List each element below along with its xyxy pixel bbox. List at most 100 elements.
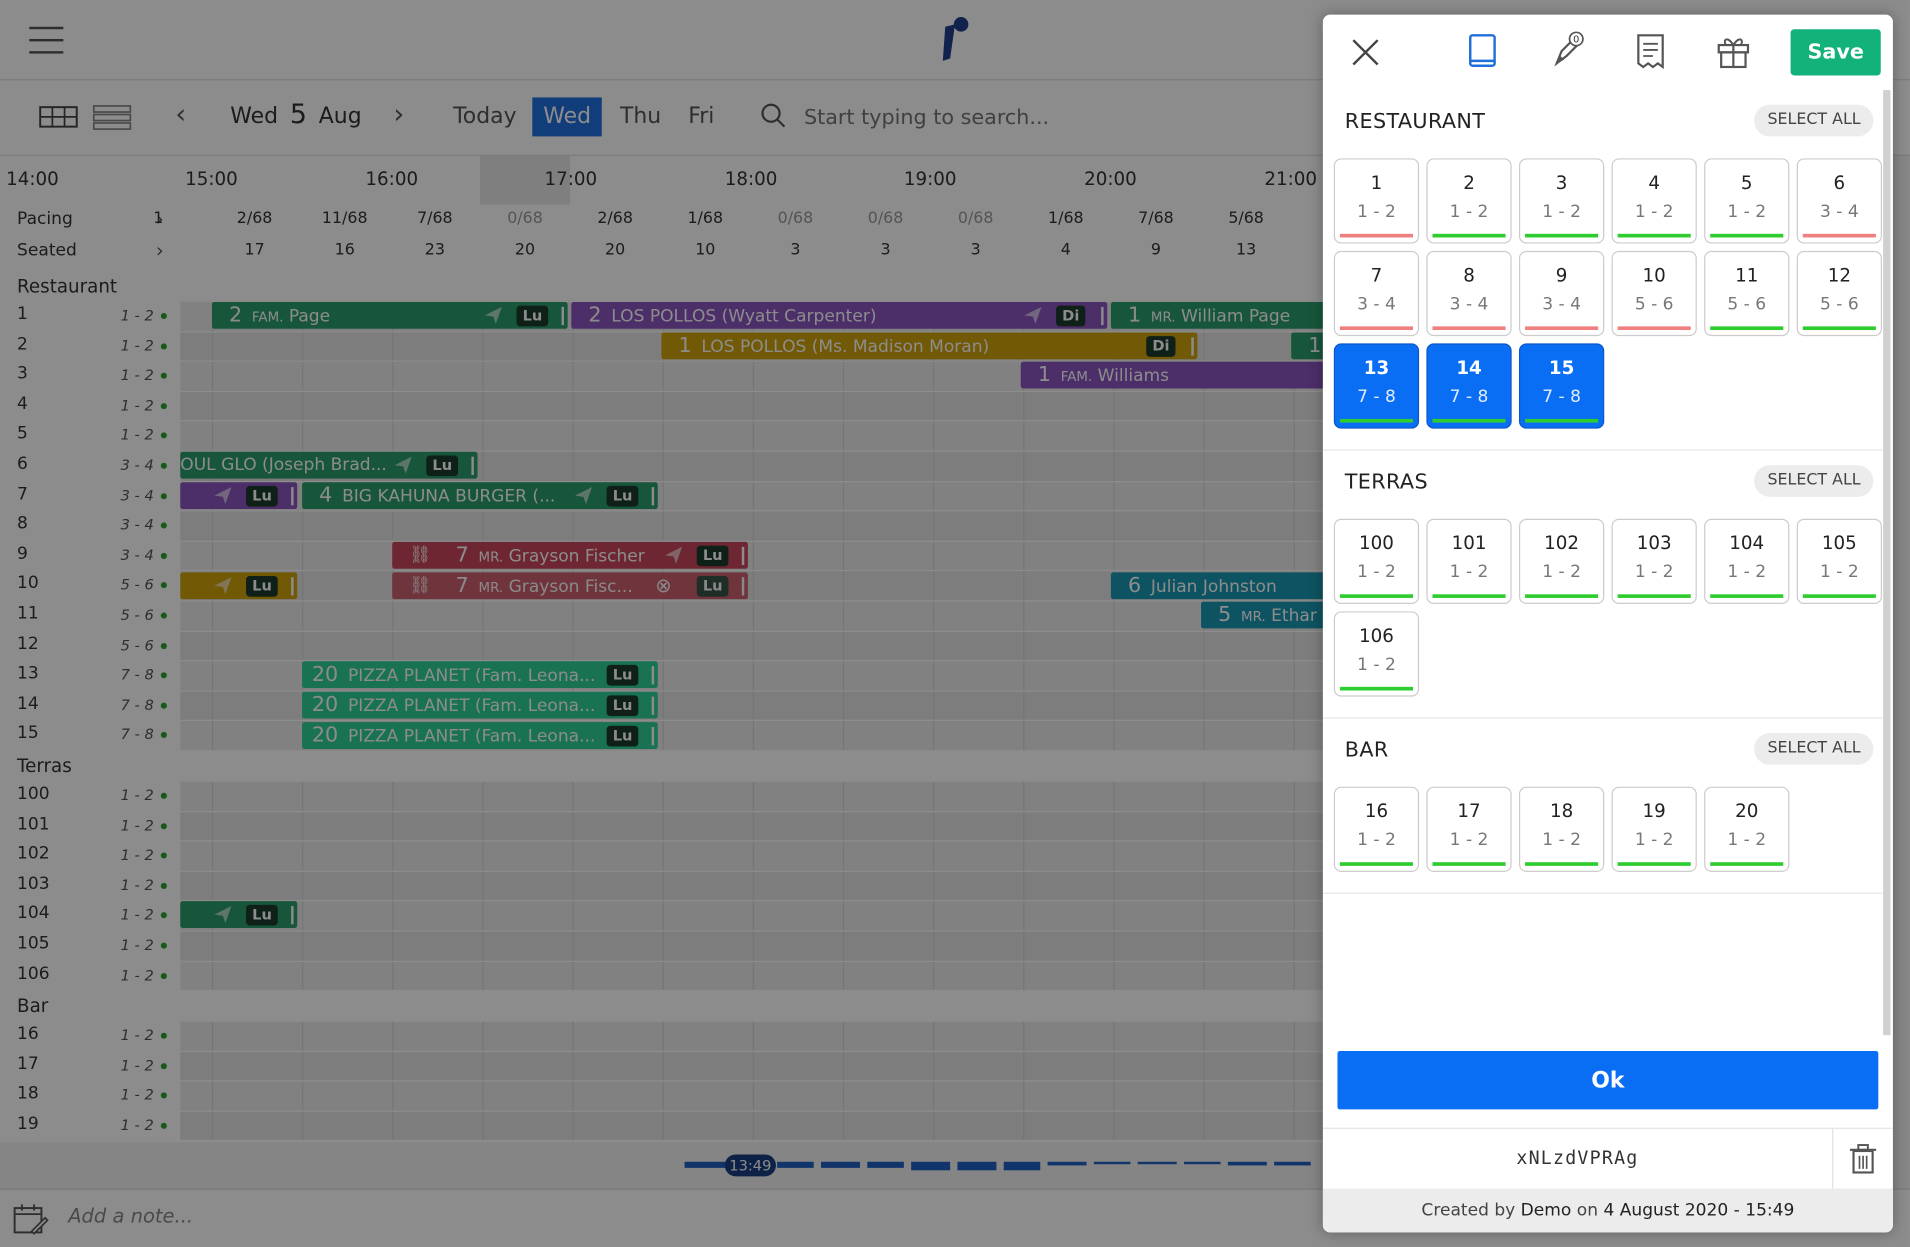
availability-bar [1802,326,1876,331]
table-number: 7 [1370,264,1383,287]
table-number: 12 [1827,264,1851,287]
availability-bar [1339,686,1413,691]
table-tile[interactable]: 10 5 - 6 [1611,250,1697,337]
table-number: 15 [1548,356,1575,379]
panel-header: 0 Save [1323,15,1893,91]
table-tile[interactable]: 104 1 - 2 [1704,518,1790,605]
table-tile[interactable]: 18 1 - 2 [1518,786,1605,872]
table-tile[interactable]: 7 3 - 4 [1333,250,1420,337]
table-tile[interactable]: 11 5 - 6 [1704,250,1790,337]
table-tile[interactable]: 17 1 - 2 [1426,786,1512,872]
rocket-icon[interactable]: 0 [1549,31,1586,71]
table-number: 8 [1463,264,1475,287]
table-capacity: 3 - 4 [1542,294,1581,315]
table-tile[interactable]: 16 1 - 2 [1333,786,1420,872]
scrollbar-thumb[interactable] [1883,90,1891,1036]
table-tile[interactable]: 4 1 - 2 [1611,158,1697,244]
table-capacity: 7 - 8 [1542,387,1581,407]
table-number: 3 [1555,171,1568,194]
availability-bar [1710,326,1784,331]
availability-bar [1525,233,1599,238]
availability-bar [1432,418,1506,423]
availability-bar [1525,862,1599,866]
availability-bar [1432,233,1506,238]
table-capacity: 1 - 2 [1449,562,1489,583]
table-tile[interactable]: 105 1 - 2 [1796,518,1882,605]
table-tile[interactable]: 6 3 - 4 [1796,158,1882,244]
table-tile[interactable]: 100 1 - 2 [1333,518,1420,605]
created-by: Demo [1520,1200,1572,1221]
table-number: 19 [1642,800,1666,823]
table-tile[interactable]: 106 1 - 2 [1333,611,1420,697]
save-button[interactable]: Save [1790,29,1881,76]
table-tile[interactable]: 14 7 - 8 [1426,343,1512,429]
table-tile[interactable]: 9 3 - 4 [1518,250,1605,337]
table-capacity: 1 - 2 [1449,202,1489,222]
table-tile[interactable]: 1 1 - 2 [1333,158,1420,244]
table-tile[interactable]: 102 1 - 2 [1518,518,1605,605]
availability-bar [1525,594,1599,598]
table-capacity: 3 - 4 [1449,294,1489,315]
table-number: 16 [1364,800,1389,823]
availability-bar [1339,233,1413,238]
table-number: 11 [1735,264,1759,287]
availability-bar [1617,326,1691,331]
table-tile[interactable]: 2 1 - 2 [1426,158,1512,244]
table-number: 20 [1735,800,1759,823]
select-all-button[interactable]: SELECT ALL [1754,733,1874,765]
ok-button[interactable]: Ok [1337,1050,1879,1110]
gift-icon[interactable] [1715,32,1752,71]
table-number: 106 [1358,624,1394,647]
area-title: BAR [1344,737,1389,763]
reservation-code: xNLzdVPRAg [1516,1147,1639,1170]
table-capacity: 7 - 8 [1449,387,1489,407]
table-tile[interactable]: 103 1 - 2 [1611,518,1697,605]
created-on: on [1576,1200,1599,1221]
table-number: 10 [1642,264,1666,287]
table-number: 100 [1358,532,1394,555]
table-capacity: 3 - 4 [1357,294,1396,315]
table-number: 103 [1636,532,1672,555]
receipt-icon[interactable] [1632,32,1669,71]
area-title: RESTAURANT [1344,109,1486,134]
table-selector: RESTAURANT SELECT ALL 1 1 - 2 2 1 - 2 3 1 - 2… [1322,90,1884,1035]
table-capacity: 1 - 2 [1357,562,1396,583]
table-number: 6 [1833,171,1846,194]
table-capacity: 5 - 6 [1727,294,1767,315]
table-tile[interactable]: 15 7 - 8 [1518,343,1605,429]
page-scale: ‹ Wed 5 Aug › Today Wed Thu Fri 14:00 15… [0,0,1910,1247]
table-number: 5 [1740,171,1753,194]
area-restaurant: RESTAURANT SELECT ALL 1 1 - 2 2 1 - 2 3 1 - 2… [1322,90,1884,451]
table-tile[interactable]: 8 3 - 4 [1426,250,1512,337]
book-icon[interactable] [1464,32,1501,71]
close-icon[interactable] [1347,32,1384,71]
table-capacity: 1 - 2 [1819,562,1859,583]
created-prefix: Created by [1421,1200,1516,1221]
table-tile[interactable]: 3 1 - 2 [1518,158,1605,244]
table-number: 102 [1544,532,1580,555]
availability-bar [1710,594,1784,598]
table-capacity: 1 - 2 [1357,655,1396,675]
table-tile[interactable]: 101 1 - 2 [1426,518,1512,605]
select-all-button[interactable]: SELECT ALL [1754,465,1874,497]
trash-icon[interactable] [1832,1128,1893,1190]
table-number: 13 [1363,356,1390,379]
table-capacity: 5 - 6 [1634,294,1674,315]
table-number: 9 [1555,264,1568,287]
availability-bar [1339,594,1413,598]
table-number: 104 [1729,532,1765,555]
created-date: 4 August 2020 - 15:49 [1603,1200,1795,1221]
area-title: TERRAS [1344,470,1428,495]
table-capacity: 1 - 2 [1357,202,1396,222]
table-capacity: 5 - 6 [1819,294,1859,315]
table-tile[interactable]: 19 1 - 2 [1611,786,1697,872]
select-all-button[interactable]: SELECT ALL [1754,104,1874,137]
table-tile[interactable]: 12 5 - 6 [1796,250,1882,337]
table-tile[interactable]: 20 1 - 2 [1704,786,1790,872]
table-number: 105 [1821,532,1857,555]
area-bar: BAR SELECT ALL 16 1 - 2 17 1 - 2 18 1 - 2 19 1 … [1322,719,1884,894]
table-tile[interactable]: 13 7 - 8 [1333,343,1420,429]
availability-bar [1339,418,1413,423]
table-capacity: 1 - 2 [1449,830,1489,851]
table-tile[interactable]: 5 1 - 2 [1704,158,1790,244]
